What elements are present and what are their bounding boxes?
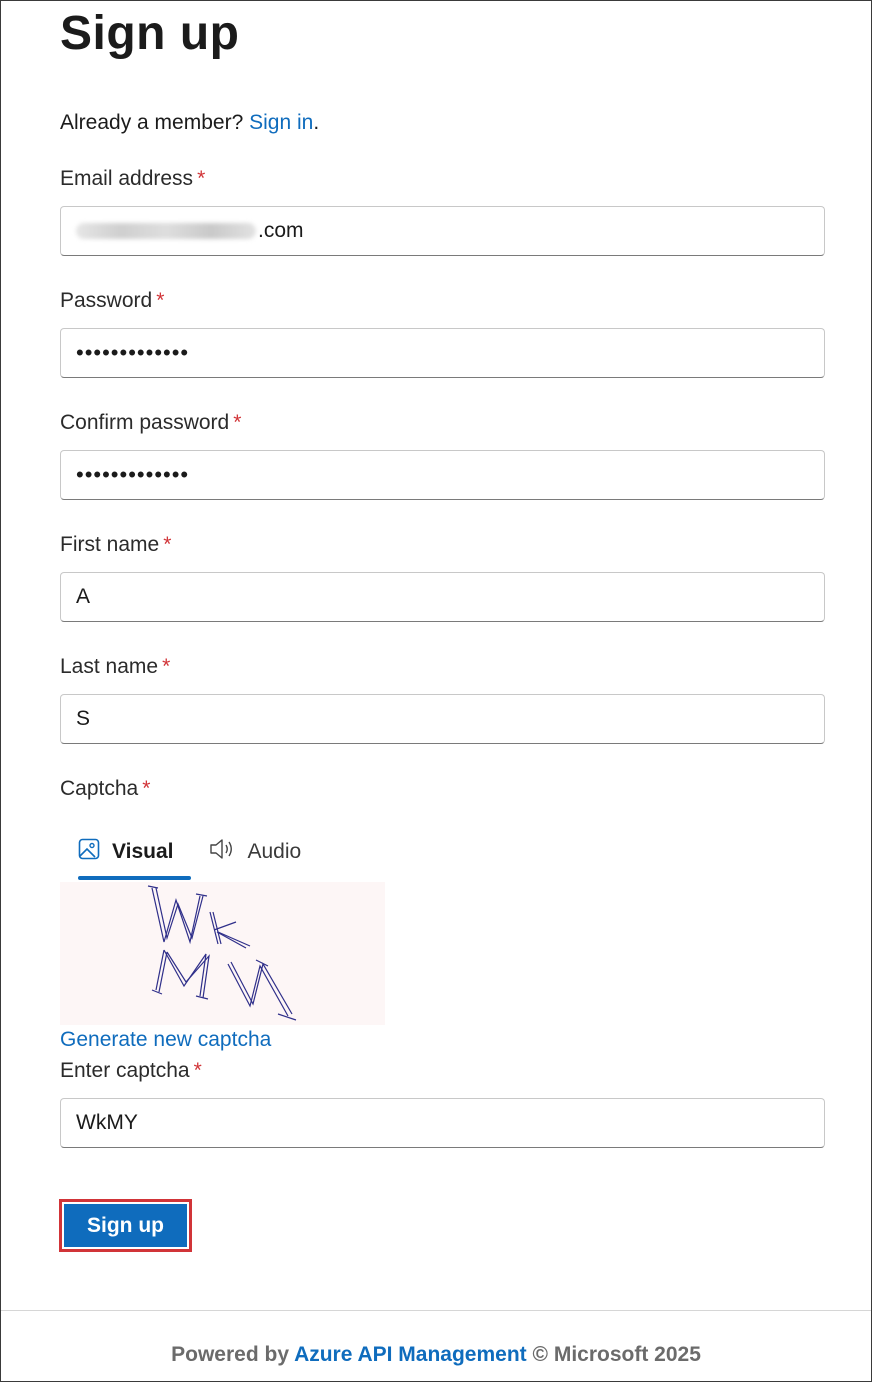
member-suffix: . xyxy=(313,111,320,134)
member-prompt: Already a member? xyxy=(60,111,244,134)
footer: Powered by Azure API Management © Micros… xyxy=(0,1343,872,1367)
generate-captcha-link[interactable]: Generate new captcha xyxy=(60,1028,271,1052)
page-title: Sign up xyxy=(60,7,240,60)
confirm-password-field[interactable]: ••••••••••••• xyxy=(60,450,825,500)
captcha-input[interactable]: WkMY xyxy=(60,1098,825,1148)
footer-prefix: Powered by xyxy=(171,1343,289,1366)
email-label: Email address * xyxy=(60,167,206,190)
footer-copyright: © Microsoft 2025 xyxy=(532,1343,701,1366)
image-icon xyxy=(78,838,100,866)
password-label: Password * xyxy=(60,289,165,312)
last-name-label: Last name * xyxy=(60,655,171,678)
confirm-password-label: Confirm password * xyxy=(60,411,242,434)
tab-audio-label: Audio xyxy=(247,840,302,863)
tab-visual-label: Visual xyxy=(112,840,174,863)
tab-audio[interactable]: Audio xyxy=(191,830,319,874)
tab-visual[interactable]: Visual xyxy=(60,830,192,880)
member-line: Already a member? Sign in. xyxy=(60,111,319,135)
captcha-input-value: WkMY xyxy=(76,1111,138,1134)
password-value: ••••••••••••• xyxy=(76,340,190,365)
enter-captcha-label: Enter captcha * xyxy=(60,1059,202,1082)
confirm-password-value: ••••••••••••• xyxy=(76,462,190,487)
first-name-label: First name * xyxy=(60,533,172,556)
footer-divider xyxy=(1,1310,871,1311)
required-mark: * xyxy=(156,289,165,312)
captcha-label: Captcha * xyxy=(60,777,151,800)
required-mark: * xyxy=(163,533,172,556)
first-name-value: A xyxy=(76,585,91,608)
azure-apim-link[interactable]: Azure API Management xyxy=(294,1343,527,1366)
password-field[interactable]: ••••••••••••• xyxy=(60,328,825,378)
sign-in-link[interactable]: Sign in xyxy=(249,111,313,134)
required-mark: * xyxy=(142,777,151,800)
last-name-field[interactable]: S xyxy=(60,694,825,744)
required-mark: * xyxy=(193,1059,202,1082)
captcha-image xyxy=(60,882,385,1025)
captcha-tabs: Visual Audio xyxy=(60,830,319,882)
first-name-field[interactable]: A xyxy=(60,572,825,622)
required-mark: * xyxy=(162,655,171,678)
redacted-email-text xyxy=(76,223,256,239)
sign-up-button[interactable]: Sign up xyxy=(59,1199,192,1252)
email-field[interactable]: .com xyxy=(60,206,825,256)
required-mark: * xyxy=(197,167,206,190)
email-visible-suffix: .com xyxy=(258,219,304,242)
last-name-value: S xyxy=(76,707,91,730)
speaker-icon xyxy=(209,838,235,866)
required-mark: * xyxy=(233,411,242,434)
